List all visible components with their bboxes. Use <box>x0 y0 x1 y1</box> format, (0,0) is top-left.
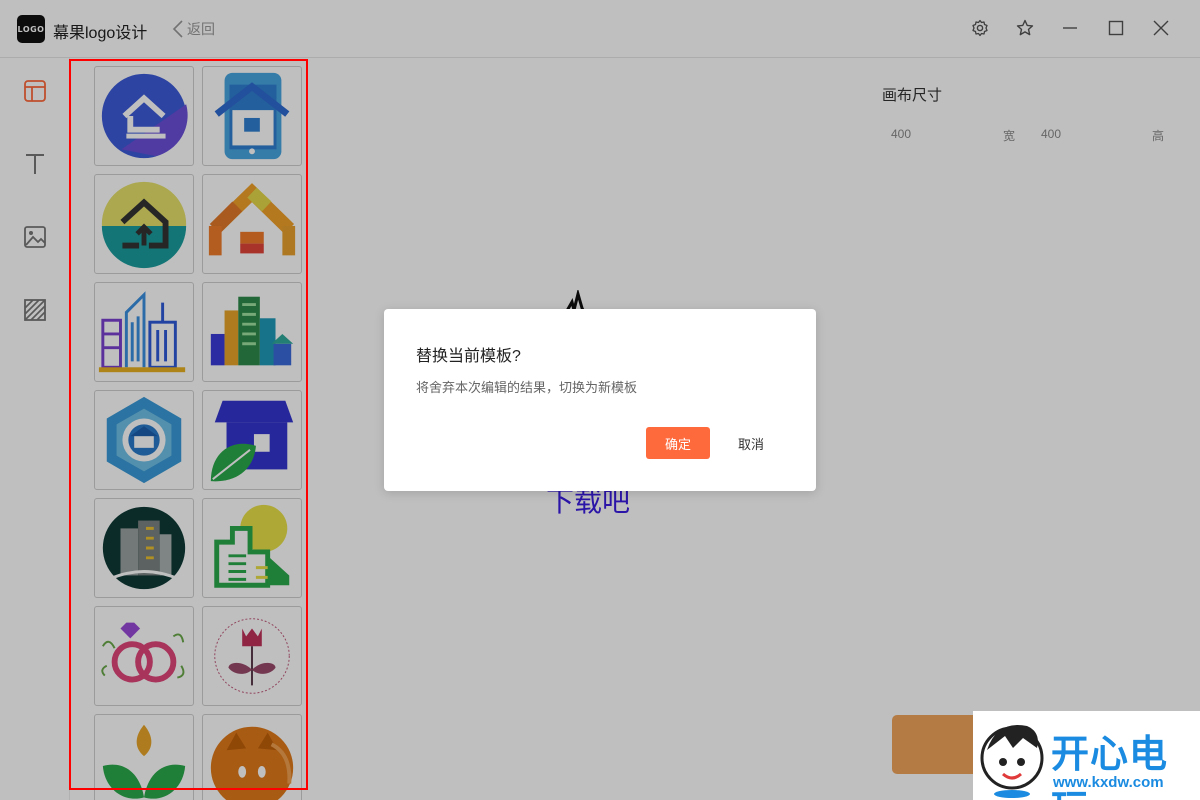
mascot-icon <box>980 725 1044 798</box>
replace-template-dialog: 替换当前模板? 将舍弃本次编辑的结果，切换为新模板 确定 取消 <box>384 309 816 491</box>
watermark-url: www.kxdw.com <box>1053 774 1164 791</box>
cancel-button[interactable]: 取消 <box>722 427 780 459</box>
dialog-message: 将舍弃本次编辑的结果，切换为新模板 <box>416 380 638 395</box>
confirm-button[interactable]: 确定 <box>646 427 710 459</box>
dialog-title: 替换当前模板? <box>416 348 521 365</box>
watermark: 开心电玩 www.kxdw.com <box>973 711 1200 800</box>
